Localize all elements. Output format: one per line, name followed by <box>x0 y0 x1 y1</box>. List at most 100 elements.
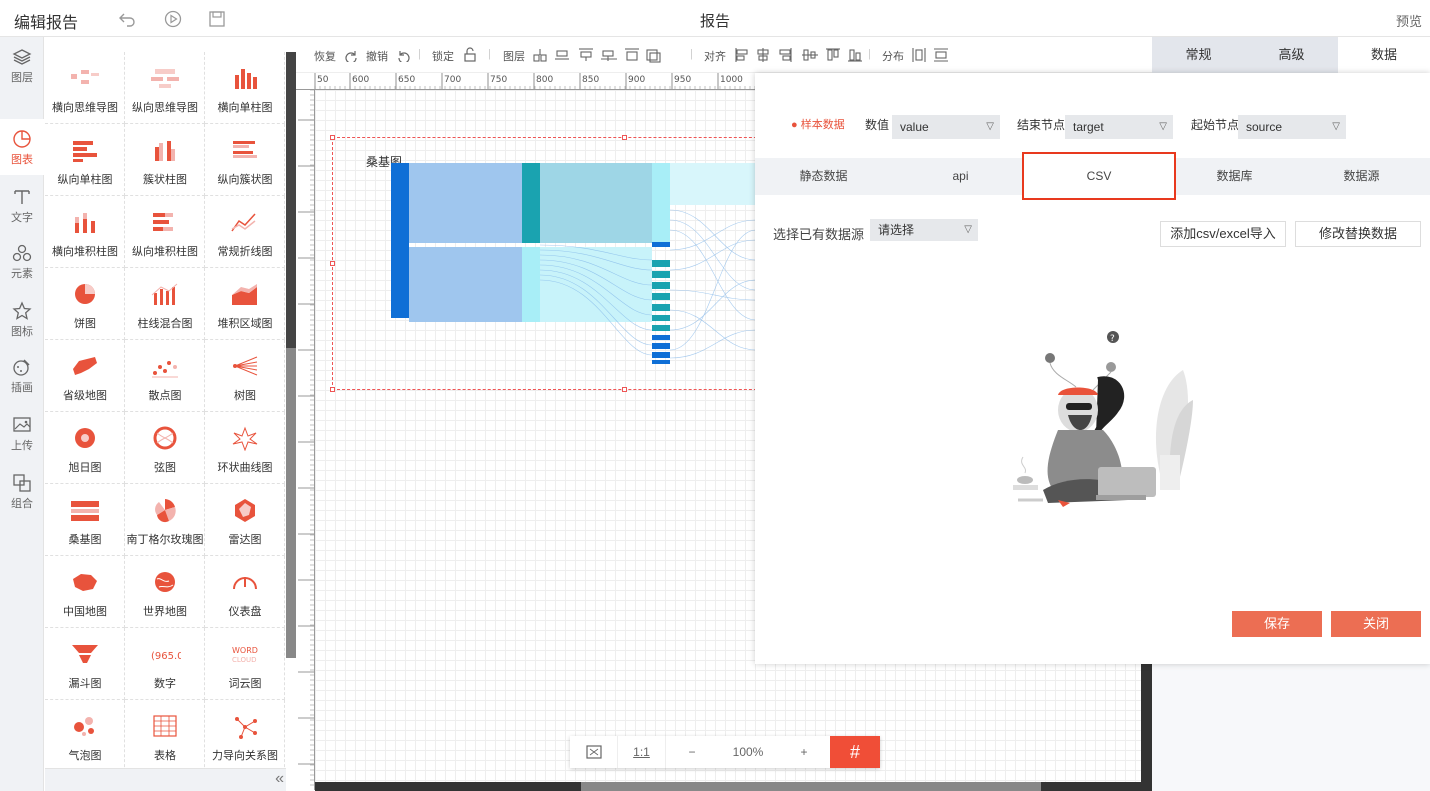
lock-button[interactable]: 锁定 <box>432 48 454 64</box>
redo-button[interactable]: 恢复 <box>314 48 336 64</box>
tab-api[interactable]: api <box>892 158 1029 195</box>
ratio-button[interactable]: 1:1 <box>618 736 666 768</box>
nav-group[interactable]: 组合 <box>0 463 44 519</box>
chart-library-item[interactable]: WORD CLOUD 词云图 <box>205 628 285 700</box>
chart-library-item[interactable]: 纵向单柱图 <box>45 124 125 196</box>
chart-library-item[interactable]: 省级地图 <box>45 340 125 412</box>
nav-text[interactable]: 文字 <box>0 177 44 233</box>
chart-library-item[interactable]: 柱线混合图 <box>125 268 205 340</box>
nav-charts[interactable]: 图表 <box>0 119 44 175</box>
align-button[interactable]: 对齐 <box>704 48 726 64</box>
chart-library-item[interactable]: 仪表盘 <box>205 556 285 628</box>
save-button[interactable]: 保存 <box>1232 611 1322 637</box>
chart-library-item[interactable]: 纵向堆积柱图 <box>125 196 205 268</box>
start-node-select[interactable]: source ▽ <box>1238 115 1346 139</box>
chart-library-item[interactable]: 雷达图 <box>205 484 285 556</box>
chart-library-label: 横向堆积柱图 <box>52 246 118 258</box>
nav-upload[interactable]: 上传 <box>0 405 44 461</box>
redo-icon[interactable] <box>344 48 358 62</box>
undo-arrow-icon[interactable] <box>397 48 411 62</box>
nav-elements[interactable]: 元素 <box>0 233 44 289</box>
ruler-label: 1000 <box>720 75 743 85</box>
chart-type-icon <box>151 69 179 88</box>
layer-button[interactable]: 图层 <box>503 48 525 64</box>
undo-icon[interactable] <box>118 10 136 28</box>
chart-library-item[interactable]: 簇状柱图 <box>125 124 205 196</box>
chart-library-item[interactable]: 常规折线图 <box>205 196 285 268</box>
tab-csv[interactable]: CSV <box>1022 152 1176 200</box>
distribute-button[interactable]: 分布 <box>882 48 904 64</box>
close-button[interactable]: 关闭 <box>1331 611 1421 637</box>
chart-library-label: 桑基图 <box>68 534 102 546</box>
library-scrollbar[interactable] <box>286 52 296 791</box>
chart-library-item[interactable]: 饼图 <box>45 268 125 340</box>
chart-library-label: 常规折线图 <box>217 246 273 258</box>
undo-button[interactable]: 撤销 <box>366 48 388 64</box>
layer-tool-icons[interactable] <box>533 47 683 63</box>
distribute-tool-icons[interactable] <box>912 47 952 63</box>
chart-library-item[interactable]: 横向思维导图 <box>45 52 125 124</box>
tab-general[interactable]: 常规 <box>1152 37 1245 73</box>
fit-screen-button[interactable] <box>570 736 618 768</box>
chart-library-item[interactable]: (965.0) 数字 <box>125 628 205 700</box>
ruler-label: 700 <box>444 75 461 85</box>
nav-layers[interactable]: 图层 <box>0 37 44 93</box>
chart-library-item[interactable]: 世界地图 <box>125 556 205 628</box>
chart-library-item[interactable]: 漏斗图 <box>45 628 125 700</box>
chart-library-item[interactable]: 横向堆积柱图 <box>45 196 125 268</box>
chart-type-icon: WORDCLOUD <box>232 646 258 664</box>
chart-library-item[interactable]: 桑基图 <box>45 484 125 556</box>
chart-library-label: 横向思维导图 <box>52 102 118 114</box>
resize-handle[interactable] <box>330 387 335 392</box>
chart-library-item[interactable]: 气泡图 <box>45 700 125 772</box>
chart-library-item[interactable]: 中国地图 <box>45 556 125 628</box>
resize-handle[interactable] <box>622 135 627 140</box>
chart-library-label: 簇状柱图 <box>143 174 187 186</box>
tab-database[interactable]: 数据库 <box>1176 158 1293 195</box>
chart-library-item[interactable]: 纵向簇状图 <box>205 124 285 196</box>
play-icon[interactable] <box>164 10 182 28</box>
nav-illustration[interactable]: 插画 <box>0 347 44 403</box>
import-csv-button[interactable]: 添加csv/excel导入 <box>1160 221 1286 247</box>
resize-handle[interactable] <box>330 261 335 266</box>
value-label: 数值 <box>865 118 890 132</box>
modify-data-button[interactable]: 修改替换数据 <box>1295 221 1421 247</box>
tab-data[interactable]: 数据 <box>1338 37 1430 73</box>
resize-handle[interactable] <box>622 387 627 392</box>
zoom-out-button[interactable]: − <box>666 736 718 768</box>
nav-icons[interactable]: 图标 <box>0 291 44 347</box>
chart-type-icon <box>152 361 178 378</box>
save-icon[interactable] <box>208 10 226 28</box>
chart-library-item[interactable]: 力导向关系图 <box>205 700 285 772</box>
ruler-label: 850 <box>582 75 599 85</box>
chart-library-item[interactable]: 横向单柱图 <box>205 52 285 124</box>
chart-library-item[interactable]: 弦图 <box>125 412 205 484</box>
chart-library-item[interactable]: 散点图 <box>125 340 205 412</box>
chart-library-item[interactable]: 堆积区域图 <box>205 268 285 340</box>
tab-static-data[interactable]: 静态数据 <box>755 158 892 195</box>
ruler-label: 750 <box>490 75 507 85</box>
chart-library-item[interactable]: 表格 <box>125 700 205 772</box>
chart-library-item[interactable]: 树图 <box>205 340 285 412</box>
resize-handle[interactable] <box>330 135 335 140</box>
canvas-horizontal-scroll[interactable] <box>315 782 1152 791</box>
grid-toggle-button[interactable]: # <box>830 736 880 768</box>
end-node-select[interactable]: target ▽ <box>1065 115 1173 139</box>
illustration-icon <box>13 359 30 376</box>
chart-library-item[interactable]: 旭日图 <box>45 412 125 484</box>
chart-library-label: 横向单柱图 <box>217 102 273 114</box>
collapse-icon[interactable]: « <box>275 770 284 788</box>
chart-library-item[interactable]: 环状曲线图 <box>205 412 285 484</box>
chart-library-item[interactable]: 南丁格尔玫瑰图 <box>125 484 205 556</box>
align-tool-icons[interactable] <box>734 47 874 63</box>
chart-library-item[interactable]: 纵向思维导图 <box>125 52 205 124</box>
nav-label: 图层 <box>11 72 33 84</box>
zoom-in-button[interactable]: + <box>778 736 830 768</box>
value-select[interactable]: value ▽ <box>892 115 1000 139</box>
existing-source-select[interactable]: 请选择 ▽ <box>870 219 978 241</box>
chart-library-label: 气泡图 <box>68 750 102 762</box>
tab-advanced[interactable]: 高级 <box>1245 37 1338 73</box>
tab-datasource[interactable]: 数据源 <box>1293 158 1430 195</box>
lock-icon[interactable] <box>463 47 477 62</box>
preview-button[interactable]: 预览 <box>1396 11 1422 30</box>
